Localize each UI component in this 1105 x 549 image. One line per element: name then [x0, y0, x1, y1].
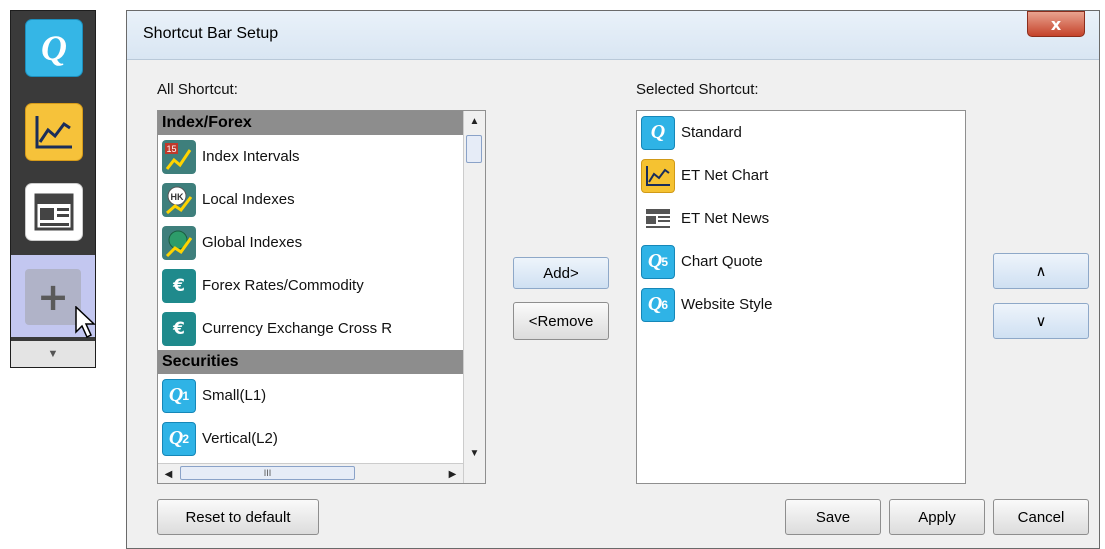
scroll-right-icon[interactable]: ▶ [442, 464, 463, 483]
add-button[interactable]: Add> [513, 257, 609, 289]
q2-subscript: 2 [182, 431, 190, 446]
plus-icon: + [37, 275, 69, 319]
apply-button[interactable]: Apply [889, 499, 985, 535]
line-chart-icon [35, 116, 72, 149]
standard-shortcut-button[interactable]: Q [25, 19, 83, 77]
item-label: Forex Rates/Commodity [202, 277, 364, 294]
shortcut-setup-dialog: Shortcut Bar Setup x All Shortcut: Selec… [126, 10, 1100, 549]
item-label: Global Indexes [202, 234, 303, 251]
horizontal-scroll-thumb[interactable]: III [180, 466, 355, 480]
dialog-title: Shortcut Bar Setup [143, 25, 279, 42]
index-intervals-badge: 15 [166, 144, 176, 154]
item-label: Index Intervals [202, 148, 300, 165]
local-indexes-icon: HK [162, 182, 196, 217]
item-label: Chart Quote [681, 253, 763, 270]
list-item[interactable]: ET Net Chart [637, 154, 965, 197]
move-down-button[interactable]: ∨ [993, 303, 1089, 339]
horizontal-scrollbar[interactable]: ◀ III ▶ [158, 463, 463, 483]
index-intervals-icon: 15 [162, 139, 196, 174]
scroll-down-icon[interactable]: ▼ [464, 443, 485, 463]
all-shortcut-list[interactable]: Index/Forex 15 Index Intervals HK Local … [157, 110, 486, 484]
chevron-down-icon: ▼ [47, 348, 59, 360]
list-item[interactable]: Q1 Small(L1) [158, 374, 485, 417]
group-header-securities: Securities [158, 350, 485, 374]
expand-bar-button[interactable]: ▼ [11, 341, 95, 367]
cancel-button[interactable]: Cancel [993, 499, 1089, 535]
list-item[interactable]: 15 Index Intervals [158, 135, 485, 178]
scroll-up-icon[interactable]: ▲ [464, 111, 485, 131]
vertical-scroll-thumb[interactable] [466, 135, 482, 163]
all-shortcut-label: All Shortcut: [157, 81, 238, 98]
remove-button[interactable]: <Remove [513, 302, 609, 340]
item-label: Currency Exchange Cross R [202, 320, 393, 337]
item-label: ET Net Chart [681, 167, 769, 184]
list-item[interactable]: € Currency Exchange Cross R [158, 307, 485, 350]
close-icon: x [1050, 14, 1062, 34]
q5-subscript: 5 [661, 254, 669, 269]
selected-shortcut-list[interactable]: Q Standard ET Net Chart ET Net News Q5 C… [636, 110, 966, 484]
move-up-button[interactable]: ∧ [993, 253, 1089, 289]
item-label: Small(L1) [202, 387, 267, 404]
news-icon [34, 193, 74, 231]
list-item[interactable]: € Forex Rates/Commodity [158, 264, 485, 307]
item-label: Vertical(L2) [202, 430, 278, 447]
list-item[interactable]: HK Local Indexes [158, 178, 485, 221]
q1-icon: Q1 [162, 378, 196, 413]
save-button[interactable]: Save [785, 499, 881, 535]
news-shortcut-button[interactable] [25, 183, 83, 241]
add-shortcut-button[interactable]: + [25, 269, 81, 325]
item-label: ET Net News [681, 210, 770, 227]
list-item[interactable]: Q5 Chart Quote [637, 240, 965, 283]
group-header-index-forex: Index/Forex [158, 111, 485, 135]
q-glyph: Q [647, 293, 663, 315]
forex-icon: € [162, 311, 196, 346]
chart-shortcut-button[interactable] [25, 103, 83, 161]
list-item[interactable]: Q Standard [637, 111, 965, 154]
mouse-cursor-icon [75, 306, 96, 339]
q-glyph: Q [168, 427, 184, 449]
q-glyph: Q [647, 250, 663, 272]
list-item[interactable]: Q6 Website Style [637, 283, 965, 326]
q-quote-icon: Q [641, 115, 675, 150]
q-glyph: Q [168, 384, 184, 406]
item-label: Standard [681, 124, 742, 141]
item-label: Local Indexes [202, 191, 295, 208]
vertical-scrollbar[interactable]: ▲ ▼ [463, 111, 485, 483]
close-button[interactable]: x [1027, 11, 1085, 37]
line-chart-icon [641, 158, 675, 193]
item-label: Website Style [681, 296, 773, 313]
global-indexes-icon [162, 225, 196, 260]
list-item[interactable]: Q2 Vertical(L2) [158, 417, 485, 460]
list-item[interactable]: Global Indexes [158, 221, 485, 264]
forex-icon: € [162, 268, 196, 303]
selected-shortcut-label: Selected Shortcut: [636, 81, 759, 98]
scroll-left-icon[interactable]: ◀ [158, 464, 179, 483]
reset-to-default-button[interactable]: Reset to default [157, 499, 319, 535]
q6-icon: Q6 [641, 287, 675, 322]
shortcut-bar: Q + ▼ [10, 10, 96, 368]
title-bar: Shortcut Bar Setup x [127, 11, 1099, 60]
local-indexes-badge: HK [171, 192, 184, 202]
q2-icon: Q2 [162, 421, 196, 456]
list-item[interactable]: ET Net News [637, 197, 965, 240]
q1-subscript: 1 [182, 388, 190, 403]
q5-icon: Q5 [641, 244, 675, 279]
news-icon [641, 202, 675, 236]
q6-subscript: 6 [661, 297, 669, 312]
q-quote-icon: Q [41, 28, 67, 68]
